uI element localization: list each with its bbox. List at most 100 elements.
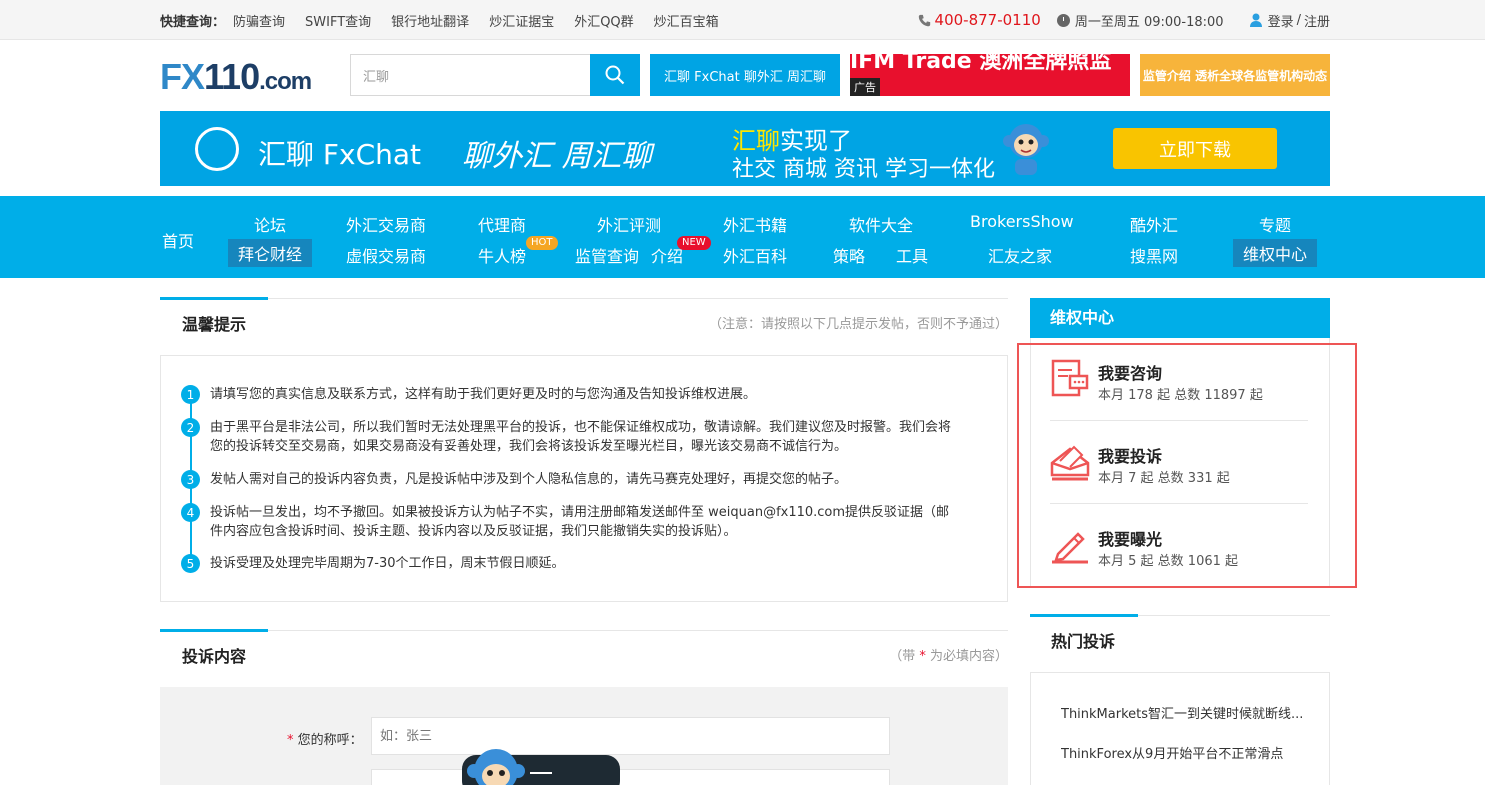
floating-mascot-icon[interactable]	[460, 745, 622, 785]
tip-text: 请填写您的真实信息及联系方式，这样有助于我们更好更及时的与您沟通及告知投诉维权进…	[210, 387, 757, 402]
monkey-mascot-icon	[1003, 124, 1049, 175]
divider	[1050, 420, 1308, 421]
hot-complaints-title: 热门投诉	[1051, 632, 1116, 651]
section-accent	[1030, 614, 1138, 617]
tips-box: 1 请填写您的真实信息及联系方式，这样有助于我们更好更及时的与您沟通及告知投诉维…	[160, 355, 1008, 602]
tip-item: 1 请填写您的真实信息及联系方式，这样有助于我们更好更及时的与您沟通及告知投诉维…	[181, 385, 961, 404]
nav-tools[interactable]: 工具	[896, 243, 928, 267]
expose-stat: 本月 5 起 总数 1061 起	[1098, 554, 1239, 569]
tip-item: 3 发帖人需对自己的投诉内容负责，凡是投诉帖中涉及到个人隐私信息的，请先马赛克处…	[181, 470, 961, 489]
tip-number: 1	[181, 385, 200, 404]
top-bar: 快捷查询： 防骗查询 SWIFT查询 银行地址翻译 炒汇证据宝 外汇QQ群 炒汇…	[0, 0, 1485, 40]
ad-ifm-text: IFM Trade 澳洲全牌照监管	[850, 49, 1112, 106]
nav-encyclopedia[interactable]: 外汇百科	[723, 243, 787, 267]
ad-ifm-trade[interactable]: IFM Trade 澳洲全牌照监管 广告	[850, 49, 1130, 106]
ad-regulation[interactable]: 监管介绍 透析全球各监管机构动态	[1140, 54, 1330, 96]
tip-item: 4 投诉帖一旦发出，均不予撤回。如果被投诉方认为帖子不实，请用注册邮箱发送邮件至…	[181, 503, 961, 541]
clock-icon	[1056, 13, 1070, 27]
ad-fxchat[interactable]: 汇聊 FxChat 聊外汇 周汇聊	[650, 54, 840, 96]
quick-link-fraud-check[interactable]: 防骗查询	[233, 11, 285, 30]
phone-number: 400-877-0110	[934, 11, 1041, 29]
complaint-entry[interactable]: 我要投诉 本月 7 起 总数 331 起	[1050, 427, 1308, 507]
quick-link-evidence[interactable]: 炒汇证据宝	[489, 11, 554, 30]
rights-center-title: 维权中心	[1030, 298, 1330, 338]
tip-text: 由于黑平台是非法公司，所以我们暂时无法处理黑平台的投诉，也不能保证维权成功，敬请…	[210, 420, 952, 454]
login-link[interactable]: 登录	[1268, 11, 1294, 30]
service-hours: 周一至周五 09:00-18:00	[1056, 11, 1224, 30]
section-accent	[160, 297, 268, 300]
nav-brokers[interactable]: 外汇交易商	[346, 212, 426, 236]
phone-icon	[918, 14, 930, 26]
banner-slogan: 聊外汇 周汇聊	[462, 139, 652, 174]
second-input[interactable]	[371, 769, 890, 785]
section-accent	[160, 629, 268, 632]
nav-fake-brokers[interactable]: 虚假交易商	[346, 243, 426, 267]
banner-line2: 社交 商城 资讯 学习一体化	[732, 157, 995, 182]
quick-link-toolbox[interactable]: 炒汇百宝箱	[654, 11, 719, 30]
nav-rights-center[interactable]: 维权中心	[1233, 239, 1318, 267]
complaint-title: 投诉内容	[182, 647, 247, 666]
nav-software[interactable]: 软件大全	[849, 212, 913, 236]
ad-badge: 广告	[850, 78, 880, 96]
nav-top-traders[interactable]: 牛人榜	[478, 243, 526, 267]
site-logo[interactable]: FX110.com	[160, 56, 338, 98]
nav-friends-home[interactable]: 汇友之家	[988, 243, 1052, 267]
consult-stat: 本月 178 起 总数 11897 起	[1098, 388, 1263, 403]
tip-text: 发帖人需对自己的投诉内容负责，凡是投诉帖中涉及到个人隐私信息的，请先马赛克处理好…	[210, 472, 848, 487]
complaint-title-side: 我要投诉	[1098, 447, 1163, 466]
nav-blacklist[interactable]: 搜黑网	[1130, 243, 1178, 267]
nav-topics[interactable]: 专题	[1259, 212, 1291, 236]
register-link[interactable]: 注册	[1304, 11, 1330, 30]
hotline: 400-877-0110	[918, 11, 1041, 29]
complaint-header: 投诉内容 （带 * 为必填内容）	[160, 629, 1008, 674]
tip-number: 5	[181, 554, 200, 573]
download-button[interactable]: 立即下载	[1113, 128, 1277, 169]
nav-regulation-check[interactable]: 监管查询	[575, 243, 639, 267]
main-nav: 首页 论坛 外汇交易商 代理商 外汇评测 外汇书籍 软件大全 BrokersSh…	[0, 196, 1485, 278]
nav-brokersshow[interactable]: BrokersShow	[970, 212, 1074, 231]
consult-title: 我要咨询	[1098, 364, 1163, 383]
logo-text: FX110.com	[160, 56, 312, 97]
expose-title: 我要曝光	[1098, 530, 1163, 549]
tip-text: 投诉帖一旦发出，均不予撤回。如果被投诉方认为帖子不实，请用注册邮箱发送邮件至 w…	[210, 505, 950, 539]
list-item[interactable]: ThinkForex从9月开始平台不正常滑点	[1061, 743, 1313, 762]
hours-text: 周一至周五 09:00-18:00	[1074, 14, 1224, 30]
complaint-stat: 本月 7 起 总数 331 起	[1098, 471, 1230, 486]
fxchat-logo-icon	[195, 127, 239, 171]
nav-cool-forex[interactable]: 酷外汇	[1130, 212, 1178, 236]
required-note: （带 * 为必填内容）	[889, 649, 1008, 664]
fxchat-banner[interactable]: 汇聊 FxChat 聊外汇 周汇聊 汇聊实现了 社交 商城 资讯 学习一体化 立…	[160, 111, 1330, 186]
tips-header: 温馨提示 （注意：请按照以下几点提示发帖，否则不予通过）	[160, 297, 1008, 342]
hot-badge: HOT	[526, 236, 558, 250]
login-register: 登录 / 注册	[1249, 11, 1330, 30]
tip-number: 4	[181, 503, 200, 522]
nav-strategy[interactable]: 策略	[833, 243, 865, 267]
quick-query-title: 快捷查询：	[160, 14, 226, 30]
quick-link-qq-group[interactable]: 外汇QQ群	[574, 11, 633, 30]
nav-books[interactable]: 外汇书籍	[723, 212, 787, 236]
nav-agents[interactable]: 代理商	[478, 212, 526, 236]
tip-item: 2 由于黑平台是非法公司，所以我们暂时无法处理黑平台的投诉，也不能保证维权成功，…	[181, 418, 961, 456]
quick-link-bank-address[interactable]: 银行地址翻译	[391, 11, 469, 30]
tips-note: （注意：请按照以下几点提示发帖，否则不予通过）	[708, 317, 1008, 332]
nav-home[interactable]: 首页	[162, 228, 194, 252]
list-item[interactable]: ThinkMarkets智汇一到关键时候就断线...	[1061, 703, 1313, 722]
expose-entry[interactable]: 我要曝光 本月 5 起 总数 1061 起	[1050, 510, 1308, 590]
search-button[interactable]	[590, 54, 640, 96]
tip-text: 投诉受理及处理完毕周期为7-30个工作日，周末节假日顺延。	[210, 556, 565, 571]
tip-item: 5 投诉受理及处理完毕周期为7-30个工作日，周末节假日顺延。	[181, 554, 961, 573]
login-separator: /	[1296, 12, 1301, 28]
consult-entry[interactable]: 我要咨询 本月 178 起 总数 11897 起	[1050, 344, 1308, 424]
quick-link-swift[interactable]: SWIFT查询	[305, 11, 371, 30]
search-box	[350, 54, 640, 96]
nav-reviews[interactable]: 外汇评测	[597, 212, 661, 236]
nav-forum[interactable]: 论坛	[254, 212, 286, 236]
search-input[interactable]	[351, 55, 590, 95]
tips-title: 温馨提示	[182, 315, 247, 334]
user-icon	[1249, 13, 1262, 27]
nav-byron-finance[interactable]: 拜仑财经	[228, 239, 313, 267]
pencil-icon	[1052, 532, 1088, 564]
consult-icon	[1051, 359, 1089, 397]
name-input[interactable]	[371, 717, 890, 755]
complaint-envelope-icon	[1050, 445, 1090, 481]
